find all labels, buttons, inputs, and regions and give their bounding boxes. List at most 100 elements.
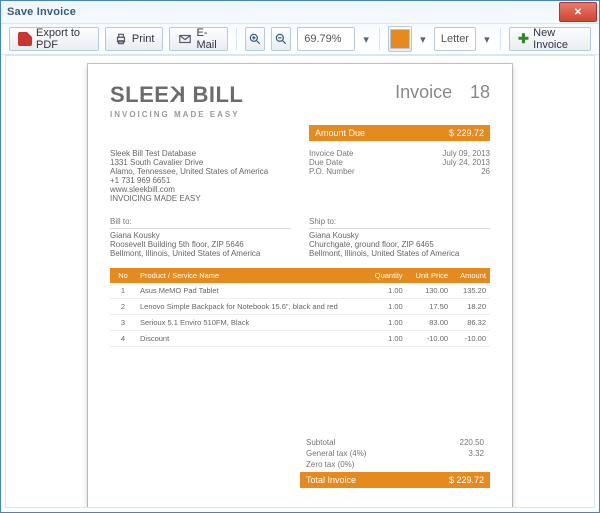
email-button[interactable]: E-Mail bbox=[169, 27, 228, 51]
zoom-in-icon bbox=[248, 32, 262, 46]
bill-to-block: Bill to: Giana Kousky Roosevelt Building… bbox=[110, 217, 291, 258]
company-line: INVOICING MADE EASY bbox=[110, 194, 291, 203]
brand-text-b: BILL bbox=[186, 82, 244, 107]
chevron-down-icon: ▾ bbox=[420, 33, 426, 46]
pdf-icon bbox=[18, 32, 32, 46]
toolbar: Export to PDF Print E-Mail 69.79% bbox=[1, 24, 599, 55]
cell-no: 2 bbox=[110, 299, 136, 315]
ship-to-label: Ship to: bbox=[309, 217, 490, 229]
cell-name: Serioux 5.1 Enviro 510FM, Black bbox=[136, 315, 366, 331]
app-window: Save Invoice ✕ Export to PDF Print E-Mai… bbox=[0, 0, 600, 513]
cell-price: -10.00 bbox=[407, 331, 452, 347]
invoice-title-text: Invoice bbox=[395, 82, 452, 102]
cell-amount: 18.20 bbox=[452, 299, 490, 315]
paper-size-value: Letter bbox=[441, 33, 469, 45]
tax-label: General tax (4%) bbox=[306, 449, 366, 458]
cell-amount: 86.32 bbox=[452, 315, 490, 331]
cell-qty: 1.00 bbox=[366, 283, 406, 299]
meta-label: Due Date bbox=[309, 158, 343, 167]
amount-due-bar: Amount Due $ 229.72 bbox=[309, 125, 490, 141]
cell-no: 1 bbox=[110, 283, 136, 299]
paper-size-select[interactable]: Letter bbox=[434, 27, 476, 51]
cell-name: Discount bbox=[136, 331, 366, 347]
cell-name: Asus MeMO Pad Tablet bbox=[136, 283, 366, 299]
paper-dropdown[interactable]: ▾ bbox=[482, 28, 492, 50]
ship-to-line: Churchgate, ground floor, ZIP 6465 bbox=[309, 240, 490, 249]
zoom-dropdown[interactable]: ▾ bbox=[361, 28, 371, 50]
cell-amount: -10.00 bbox=[452, 331, 490, 347]
color-dropdown[interactable]: ▾ bbox=[418, 28, 428, 50]
cell-qty: 1.00 bbox=[366, 331, 406, 347]
cell-name: Lenovo Simple Backpack for Notebook 15.6… bbox=[136, 299, 366, 315]
color-swatch-icon bbox=[390, 29, 410, 49]
tax-value: 3.32 bbox=[468, 449, 484, 458]
preview-canvas[interactable]: SLEEK BILL INVOICING MADE EASY Invoice 1… bbox=[5, 55, 595, 508]
print-button[interactable]: Print bbox=[105, 27, 164, 51]
export-pdf-label: Export to PDF bbox=[36, 27, 90, 51]
cell-no: 4 bbox=[110, 331, 136, 347]
amount-due-value: $ 229.72 bbox=[449, 128, 484, 138]
zoom-out-button[interactable] bbox=[271, 27, 291, 51]
cell-qty: 1.00 bbox=[366, 299, 406, 315]
invoice-heading: Invoice 18 bbox=[395, 82, 490, 103]
col-price: Unit Price bbox=[407, 268, 452, 283]
company-line: 1331 South Cavalier Drive bbox=[110, 158, 291, 167]
total-value: $ 229.72 bbox=[449, 475, 484, 485]
printer-icon bbox=[114, 32, 128, 46]
color-swatch-button[interactable] bbox=[388, 26, 412, 52]
close-icon: ✕ bbox=[574, 7, 582, 18]
ship-to-line: Bellmont, Illinois, United States of Ame… bbox=[309, 249, 490, 258]
separator bbox=[236, 28, 237, 50]
bill-to-line: Roosevelt Building 5th floor, ZIP 5646 bbox=[110, 240, 291, 249]
ship-to-line: Giana Kousky bbox=[309, 231, 490, 240]
plus-icon: ✚ bbox=[518, 32, 529, 46]
zoom-value-text: 69.79% bbox=[304, 33, 341, 45]
chevron-down-icon: ▾ bbox=[484, 33, 490, 46]
meta-block: Invoice DateJuly 09, 2013 Due DateJuly 2… bbox=[309, 149, 490, 203]
close-button[interactable]: ✕ bbox=[559, 2, 597, 22]
col-no: No bbox=[110, 268, 136, 283]
bill-to-line: Giana Kousky bbox=[110, 231, 291, 240]
totals-block: Subtotal 220.50 General tax (4%) 3.32 Zero… bbox=[300, 437, 490, 488]
zoom-in-button[interactable] bbox=[245, 27, 265, 51]
separator bbox=[500, 28, 501, 50]
cell-amount: 135.20 bbox=[452, 283, 490, 299]
ship-to-block: Ship to: Giana Kousky Churchgate, ground… bbox=[309, 217, 490, 258]
table-row: 2Lenovo Simple Backpack for Notebook 15.… bbox=[110, 299, 490, 315]
line-items-table: No Product / Service Name Quantity Unit … bbox=[110, 268, 490, 347]
chevron-down-icon: ▾ bbox=[363, 33, 369, 46]
brand-logo: SLEEK BILL INVOICING MADE EASY bbox=[110, 82, 243, 119]
col-name: Product / Service Name bbox=[136, 268, 366, 283]
cell-price: 83.00 bbox=[407, 315, 452, 331]
company-line: Sleek Bill Test Database bbox=[110, 149, 291, 158]
col-amount: Amount bbox=[452, 268, 490, 283]
brand-text-a: SLEE bbox=[110, 82, 169, 107]
table-row: 4Discount1.00-10.00-10.00 bbox=[110, 331, 490, 347]
company-line: Alamo, Tennessee, United States of Ameri… bbox=[110, 167, 291, 176]
cell-price: 17.50 bbox=[407, 299, 452, 315]
company-line: www.sleekbill.com bbox=[110, 185, 291, 194]
tax-label: Zero tax (0%) bbox=[306, 460, 354, 469]
bill-to-label: Bill to: bbox=[110, 217, 291, 229]
zoom-out-icon bbox=[274, 32, 288, 46]
cell-qty: 1.00 bbox=[366, 315, 406, 331]
col-qty: Quantity bbox=[366, 268, 406, 283]
company-block: Sleek Bill Test Database 1331 South Cava… bbox=[110, 149, 291, 203]
subtotal-value: 220.50 bbox=[460, 438, 484, 447]
cell-no: 3 bbox=[110, 315, 136, 331]
table-row: 1Asus MeMO Pad Tablet1.00130.00135.20 bbox=[110, 283, 490, 299]
separator bbox=[379, 28, 380, 50]
meta-value: 26 bbox=[481, 167, 490, 176]
invoice-number: 18 bbox=[470, 82, 490, 102]
email-label: E-Mail bbox=[196, 27, 219, 51]
new-invoice-button[interactable]: ✚ New Invoice bbox=[509, 27, 591, 51]
table-row: 3Serioux 5.1 Enviro 510FM, Black1.0083.0… bbox=[110, 315, 490, 331]
new-invoice-label: New Invoice bbox=[533, 27, 582, 51]
meta-value: July 24, 2013 bbox=[442, 158, 490, 167]
meta-label: P.O. Number bbox=[309, 167, 355, 176]
titlebar: Save Invoice ✕ bbox=[1, 1, 599, 24]
zoom-value[interactable]: 69.79% bbox=[297, 27, 355, 51]
subtotal-label: Subtotal bbox=[306, 438, 335, 447]
export-pdf-button[interactable]: Export to PDF bbox=[9, 27, 99, 51]
meta-value: July 09, 2013 bbox=[442, 149, 490, 158]
